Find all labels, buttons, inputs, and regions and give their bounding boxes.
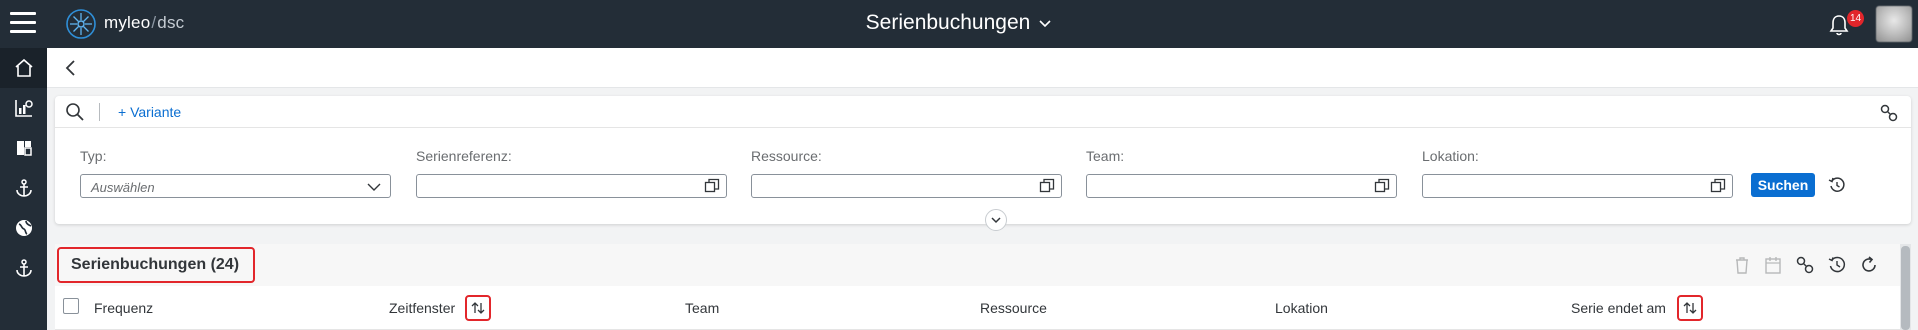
series-reference-label: Serienreferenz: bbox=[416, 148, 512, 164]
column-header-series-end[interactable]: Serie endet am bbox=[1571, 300, 1666, 316]
brand-sub: dsc bbox=[157, 13, 185, 32]
type-select[interactable]: Auswählen bbox=[80, 174, 391, 198]
add-variant-link[interactable]: + Variante bbox=[118, 104, 181, 120]
value-help-icon[interactable] bbox=[1374, 178, 1390, 194]
nav-item-reports[interactable] bbox=[0, 88, 47, 128]
brand-separator: / bbox=[151, 13, 157, 32]
menu-icon[interactable] bbox=[10, 12, 36, 34]
notification-badge: 14 bbox=[1847, 10, 1865, 27]
avatar[interactable] bbox=[1876, 6, 1912, 42]
nav-item-dashboard[interactable] bbox=[0, 128, 47, 168]
team-input[interactable] bbox=[1086, 174, 1397, 198]
chevron-down-icon bbox=[1039, 20, 1051, 28]
nav-item-anchor-2[interactable] bbox=[0, 248, 47, 288]
nav-item-home[interactable] bbox=[0, 48, 47, 88]
shell-bar: myleo/dsc Serienbuchungen 14 bbox=[0, 0, 1918, 48]
type-label: Typ: bbox=[80, 148, 107, 164]
column-header-location[interactable]: Lokation bbox=[1275, 300, 1328, 316]
app-title: Serienbuchungen bbox=[865, 11, 1031, 34]
sort-series-end-button[interactable] bbox=[1677, 295, 1703, 321]
chevron-down-icon[interactable] bbox=[366, 179, 382, 195]
type-placeholder: Auswählen bbox=[91, 180, 155, 195]
filter-bar: + Variante Typ: Auswählen Serienreferenz… bbox=[55, 96, 1911, 231]
refresh-icon[interactable] bbox=[1859, 255, 1879, 275]
chart-settings-icon bbox=[14, 100, 33, 117]
reset-icon[interactable] bbox=[1828, 176, 1846, 194]
table-header-row: Frequenz Zeitfenster Team Ressource Loka… bbox=[55, 286, 1900, 330]
location-label: Lokation: bbox=[1422, 148, 1479, 164]
nav-item-anchor[interactable] bbox=[0, 168, 47, 208]
series-reference-input[interactable] bbox=[416, 174, 727, 198]
column-header-resource[interactable]: Ressource bbox=[980, 300, 1047, 316]
globe-icon bbox=[15, 220, 32, 236]
dashboard-icon bbox=[16, 141, 32, 156]
home-icon bbox=[14, 58, 33, 77]
sort-time-window-button[interactable] bbox=[465, 295, 491, 321]
select-all-checkbox[interactable] bbox=[63, 298, 79, 314]
brand-label: myleo/dsc bbox=[104, 13, 184, 33]
scrollbar-thumb[interactable] bbox=[1901, 246, 1910, 330]
nav-item-globe[interactable] bbox=[0, 208, 47, 248]
search-button[interactable]: Suchen bbox=[1751, 173, 1815, 197]
resource-input[interactable] bbox=[751, 174, 1062, 198]
resource-label: Ressource: bbox=[751, 148, 822, 164]
sort-icon bbox=[1683, 302, 1697, 314]
brand-name: myleo bbox=[104, 13, 151, 32]
expand-filters-button[interactable] bbox=[985, 209, 1007, 231]
column-header-time-window[interactable]: Zeitfenster bbox=[389, 300, 455, 316]
delete-icon[interactable] bbox=[1732, 255, 1752, 275]
settings-icon[interactable] bbox=[1795, 255, 1815, 275]
history-icon[interactable] bbox=[1827, 255, 1847, 275]
value-help-icon[interactable] bbox=[704, 178, 720, 194]
filter-bar-header: + Variante bbox=[55, 96, 1911, 128]
page-subheader bbox=[47, 48, 1918, 88]
table-toolbar: Serienbuchungen (24) bbox=[55, 244, 1900, 286]
team-label: Team: bbox=[1086, 148, 1125, 164]
calendar-icon[interactable] bbox=[1763, 255, 1783, 275]
settings-icon[interactable] bbox=[1879, 103, 1899, 123]
logo-icon bbox=[66, 9, 96, 39]
location-input[interactable] bbox=[1422, 174, 1733, 198]
anchor-icon bbox=[15, 259, 32, 277]
sort-icon bbox=[471, 302, 485, 314]
app-title-button[interactable]: Serienbuchungen bbox=[866, 11, 1053, 35]
table-panel: Serienbuchungen (24) Frequenz Zeitfenste… bbox=[55, 244, 1900, 330]
divider bbox=[99, 103, 100, 121]
column-header-team[interactable]: Team bbox=[685, 300, 719, 316]
value-help-icon[interactable] bbox=[1039, 178, 1055, 194]
search-icon[interactable] bbox=[65, 102, 85, 122]
back-arrow-icon[interactable] bbox=[61, 58, 81, 78]
side-navigation bbox=[0, 48, 47, 330]
value-help-icon[interactable] bbox=[1710, 178, 1726, 194]
chevron-down-icon bbox=[991, 217, 1001, 224]
table-title: Serienbuchungen (24) bbox=[57, 247, 256, 283]
anchor-icon bbox=[15, 179, 32, 197]
column-header-frequency[interactable]: Frequenz bbox=[94, 300, 153, 316]
app-title-wrapper: Serienbuchungen bbox=[0, 11, 1918, 35]
